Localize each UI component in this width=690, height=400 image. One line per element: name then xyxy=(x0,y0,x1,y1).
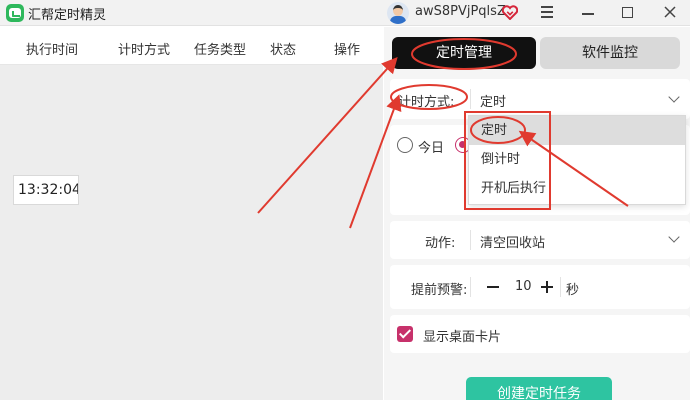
time-input[interactable]: 13:32:04 xyxy=(13,175,79,205)
column-header-timing-mode: 计时方式 xyxy=(118,43,171,58)
minus-icon[interactable] xyxy=(487,286,499,288)
dropdown-option-countdown[interactable]: 倒计时 xyxy=(469,145,685,174)
timing-mode-dropdown: 定时 倒计时 开机后执行 xyxy=(468,115,686,205)
menu-icon[interactable] xyxy=(541,6,553,18)
app-logo-icon xyxy=(6,4,24,22)
warning-seconds-input[interactable]: 10 xyxy=(515,279,532,294)
timing-mode-select[interactable]: 定时 xyxy=(480,91,506,110)
warning-row: 提前预警: 10 秒 xyxy=(390,265,690,309)
action-row: 动作: 清空回收站 xyxy=(390,221,690,259)
warning-label: 提前预警: xyxy=(411,283,468,298)
settings-pane: 定时管理 软件监控 计时方式: 定时 今日 动作: 清空回收站 提前预警: 10… xyxy=(384,27,690,400)
action-select[interactable]: 清空回收站 xyxy=(480,232,545,251)
timing-mode-row: 计时方式: 定时 xyxy=(390,79,690,119)
radio-today[interactable] xyxy=(397,137,413,153)
username[interactable]: awS8PVjPqlsZ xyxy=(415,4,506,19)
column-header-task-type: 任务类型 xyxy=(194,43,247,58)
create-task-button[interactable]: 创建定时任务 xyxy=(466,377,612,400)
show-desktop-card-checkbox[interactable] xyxy=(397,326,413,342)
timing-mode-label: 计时方式: xyxy=(398,95,455,110)
task-table-header: 执行时间 计时方式 任务类型 状态 操作 xyxy=(0,27,383,65)
dropdown-option-fixed-time[interactable]: 定时 xyxy=(469,116,685,145)
show-desktop-card-row: 显示桌面卡片 xyxy=(390,315,690,353)
maximize-icon[interactable] xyxy=(622,7,633,18)
chevron-down-icon[interactable] xyxy=(668,91,680,103)
avatar[interactable] xyxy=(387,2,409,24)
column-header-actions: 操作 xyxy=(334,43,361,58)
warning-unit: 秒 xyxy=(566,283,580,298)
minimize-icon[interactable] xyxy=(582,13,594,15)
close-icon[interactable] xyxy=(663,5,677,19)
radio-today-label: 今日 xyxy=(418,141,445,156)
chevron-down-icon[interactable] xyxy=(668,231,680,243)
task-list-pane: 执行时间 计时方式 任务类型 状态 操作 xyxy=(0,27,383,400)
action-label: 动作: xyxy=(425,236,456,251)
title-bar: 汇帮定时精灵 awS8PVjPqlsZ xyxy=(0,0,690,26)
dropdown-option-after-boot[interactable]: 开机后执行 xyxy=(469,174,685,203)
column-header-exec-time: 执行时间 xyxy=(26,43,79,58)
tab-software-monitor[interactable]: 软件监控 xyxy=(540,37,680,69)
app-title: 汇帮定时精灵 xyxy=(28,8,107,23)
vip-heart-icon[interactable] xyxy=(502,5,518,20)
column-header-status: 状态 xyxy=(270,43,297,58)
show-desktop-card-label: 显示桌面卡片 xyxy=(423,330,502,345)
tab-timer-management[interactable]: 定时管理 xyxy=(392,37,536,69)
